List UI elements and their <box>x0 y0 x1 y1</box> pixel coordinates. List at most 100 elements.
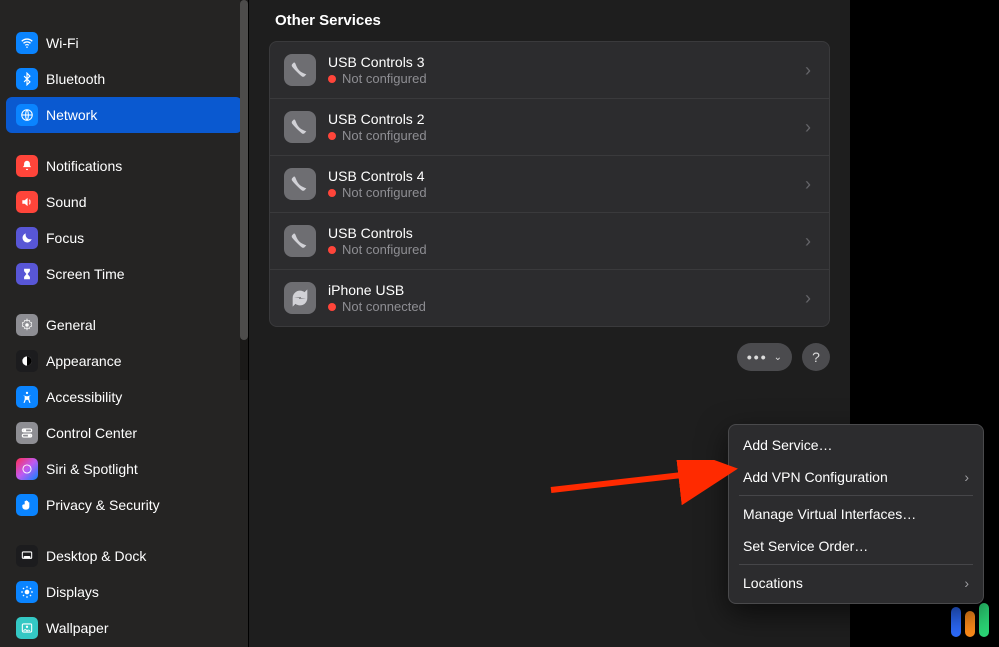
appearance-icon <box>16 350 38 372</box>
service-name: USB Controls 3 <box>328 54 801 70</box>
section-title: Other Services <box>275 12 830 29</box>
sidebar-item-wifi[interactable]: Wi-Fi <box>6 25 242 61</box>
settings-window: Wi-Fi Bluetooth Network Notifications So… <box>0 0 850 647</box>
menu-separator <box>739 564 973 565</box>
logo-bar <box>965 611 975 637</box>
sidebar-item-label: Accessibility <box>46 389 122 405</box>
service-row[interactable]: USB Controls Not configured › <box>270 213 829 270</box>
hand-icon <box>16 494 38 516</box>
menu-item-label: Locations <box>743 575 803 591</box>
sidebar-item-siri[interactable]: Siri & Spotlight <box>6 451 242 487</box>
chevron-right-icon: › <box>801 174 815 195</box>
sidebar-item-screentime[interactable]: Screen Time <box>6 256 242 292</box>
sidebar-item-displays[interactable]: Displays <box>6 574 242 610</box>
sidebar-item-label: Bluetooth <box>46 71 105 87</box>
menu-item-set-order[interactable]: Set Service Order… <box>729 530 983 562</box>
gear-icon <box>16 314 38 336</box>
sidebar-group-hardware: Desktop & Dock Displays Wallpaper Screen… <box>6 538 242 647</box>
accessibility-icon <box>16 386 38 408</box>
sidebar-item-desktopdock[interactable]: Desktop & Dock <box>6 538 242 574</box>
dock-icon <box>16 545 38 567</box>
service-status: Not configured <box>328 128 801 143</box>
bluetooth-icon <box>16 68 38 90</box>
sidebar-item-label: Wallpaper <box>46 620 109 636</box>
service-text: USB Controls 2 Not configured <box>328 111 801 143</box>
status-dot <box>328 303 336 311</box>
chevron-right-icon: › <box>801 231 815 252</box>
sidebar-item-label: Sound <box>46 194 86 210</box>
service-row[interactable]: USB Controls 4 Not configured › <box>270 156 829 213</box>
service-status: Not configured <box>328 185 801 200</box>
menu-item-label: Set Service Order… <box>743 538 868 554</box>
service-row[interactable]: USB Controls 3 Not configured › <box>270 42 829 99</box>
service-name: USB Controls 4 <box>328 168 801 184</box>
chevron-right-icon: › <box>801 60 815 81</box>
menu-item-label: Add Service… <box>743 437 832 453</box>
service-status: Not configured <box>328 242 801 257</box>
status-dot <box>328 189 336 197</box>
service-text: iPhone USB Not connected <box>328 282 801 314</box>
scrollbar-thumb[interactable] <box>240 0 248 340</box>
sidebar-item-label: Appearance <box>46 353 122 369</box>
siri-icon <box>16 458 38 480</box>
sidebar-item-appearance[interactable]: Appearance <box>6 343 242 379</box>
sidebar-item-controlcenter[interactable]: Control Center <box>6 415 242 451</box>
sidebar-item-focus[interactable]: Focus <box>6 220 242 256</box>
service-status: Not configured <box>328 71 801 86</box>
service-text: USB Controls 4 Not configured <box>328 168 801 200</box>
menu-item-add-vpn[interactable]: Add VPN Configuration › <box>729 461 983 493</box>
service-text: USB Controls Not configured <box>328 225 801 257</box>
sidebar-item-label: Notifications <box>46 158 122 174</box>
service-name: iPhone USB <box>328 282 801 298</box>
sidebar-item-label: Wi-Fi <box>46 35 79 51</box>
sidebar-item-label: Focus <box>46 230 84 246</box>
menu-item-manage-virtual[interactable]: Manage Virtual Interfaces… <box>729 498 983 530</box>
phone-icon <box>284 54 316 86</box>
wifi-icon <box>16 32 38 54</box>
status-dot <box>328 75 336 83</box>
brand-logo <box>951 603 989 637</box>
chevron-right-icon: › <box>964 575 969 591</box>
menu-item-locations[interactable]: Locations › <box>729 567 983 599</box>
chevron-right-icon: › <box>801 288 815 309</box>
sidebar-item-bluetooth[interactable]: Bluetooth <box>6 61 242 97</box>
sidebar-item-wallpaper[interactable]: Wallpaper <box>6 610 242 646</box>
status-dot <box>328 132 336 140</box>
services-list: USB Controls 3 Not configured › USB Cont… <box>269 41 830 327</box>
service-status: Not connected <box>328 299 801 314</box>
service-row[interactable]: USB Controls 2 Not configured › <box>270 99 829 156</box>
actions-row: ••• ⌄ ? <box>269 343 830 371</box>
sidebar-item-label: General <box>46 317 96 333</box>
sidebar-item-label: Siri & Spotlight <box>46 461 138 477</box>
service-row[interactable]: iPhone USB Not connected › <box>270 270 829 326</box>
help-button[interactable]: ? <box>802 343 830 371</box>
service-name: USB Controls <box>328 225 801 241</box>
menu-item-add-service[interactable]: Add Service… <box>729 429 983 461</box>
sidebar-item-general[interactable]: General <box>6 307 242 343</box>
sidebar-item-label: Desktop & Dock <box>46 548 146 564</box>
question-icon: ? <box>812 349 820 365</box>
status-dot <box>328 246 336 254</box>
chevron-right-icon: › <box>801 117 815 138</box>
service-name: USB Controls 2 <box>328 111 801 127</box>
sidebar: Wi-Fi Bluetooth Network Notifications So… <box>0 0 248 647</box>
more-actions-button[interactable]: ••• ⌄ <box>737 343 792 371</box>
sidebar-group-network: Wi-Fi Bluetooth Network <box>6 25 242 133</box>
chevron-down-icon: ⌄ <box>774 352 782 363</box>
menu-separator <box>739 495 973 496</box>
sidebar-item-label: Control Center <box>46 425 137 441</box>
sidebar-group-personal: Notifications Sound Focus Screen Time <box>6 148 242 292</box>
phone-icon <box>284 111 316 143</box>
wallpaper-icon <box>16 617 38 639</box>
sidebar-item-privacy[interactable]: Privacy & Security <box>6 487 242 523</box>
sidebar-item-notifications[interactable]: Notifications <box>6 148 242 184</box>
toggles-icon <box>16 422 38 444</box>
sidebar-group-system: General Appearance Accessibility Control… <box>6 307 242 523</box>
logo-bar <box>979 603 989 637</box>
sidebar-item-accessibility[interactable]: Accessibility <box>6 379 242 415</box>
sidebar-item-network[interactable]: Network <box>6 97 242 133</box>
hourglass-icon <box>16 263 38 285</box>
sidebar-item-label: Privacy & Security <box>46 497 160 513</box>
sidebar-item-sound[interactable]: Sound <box>6 184 242 220</box>
speaker-icon <box>16 191 38 213</box>
